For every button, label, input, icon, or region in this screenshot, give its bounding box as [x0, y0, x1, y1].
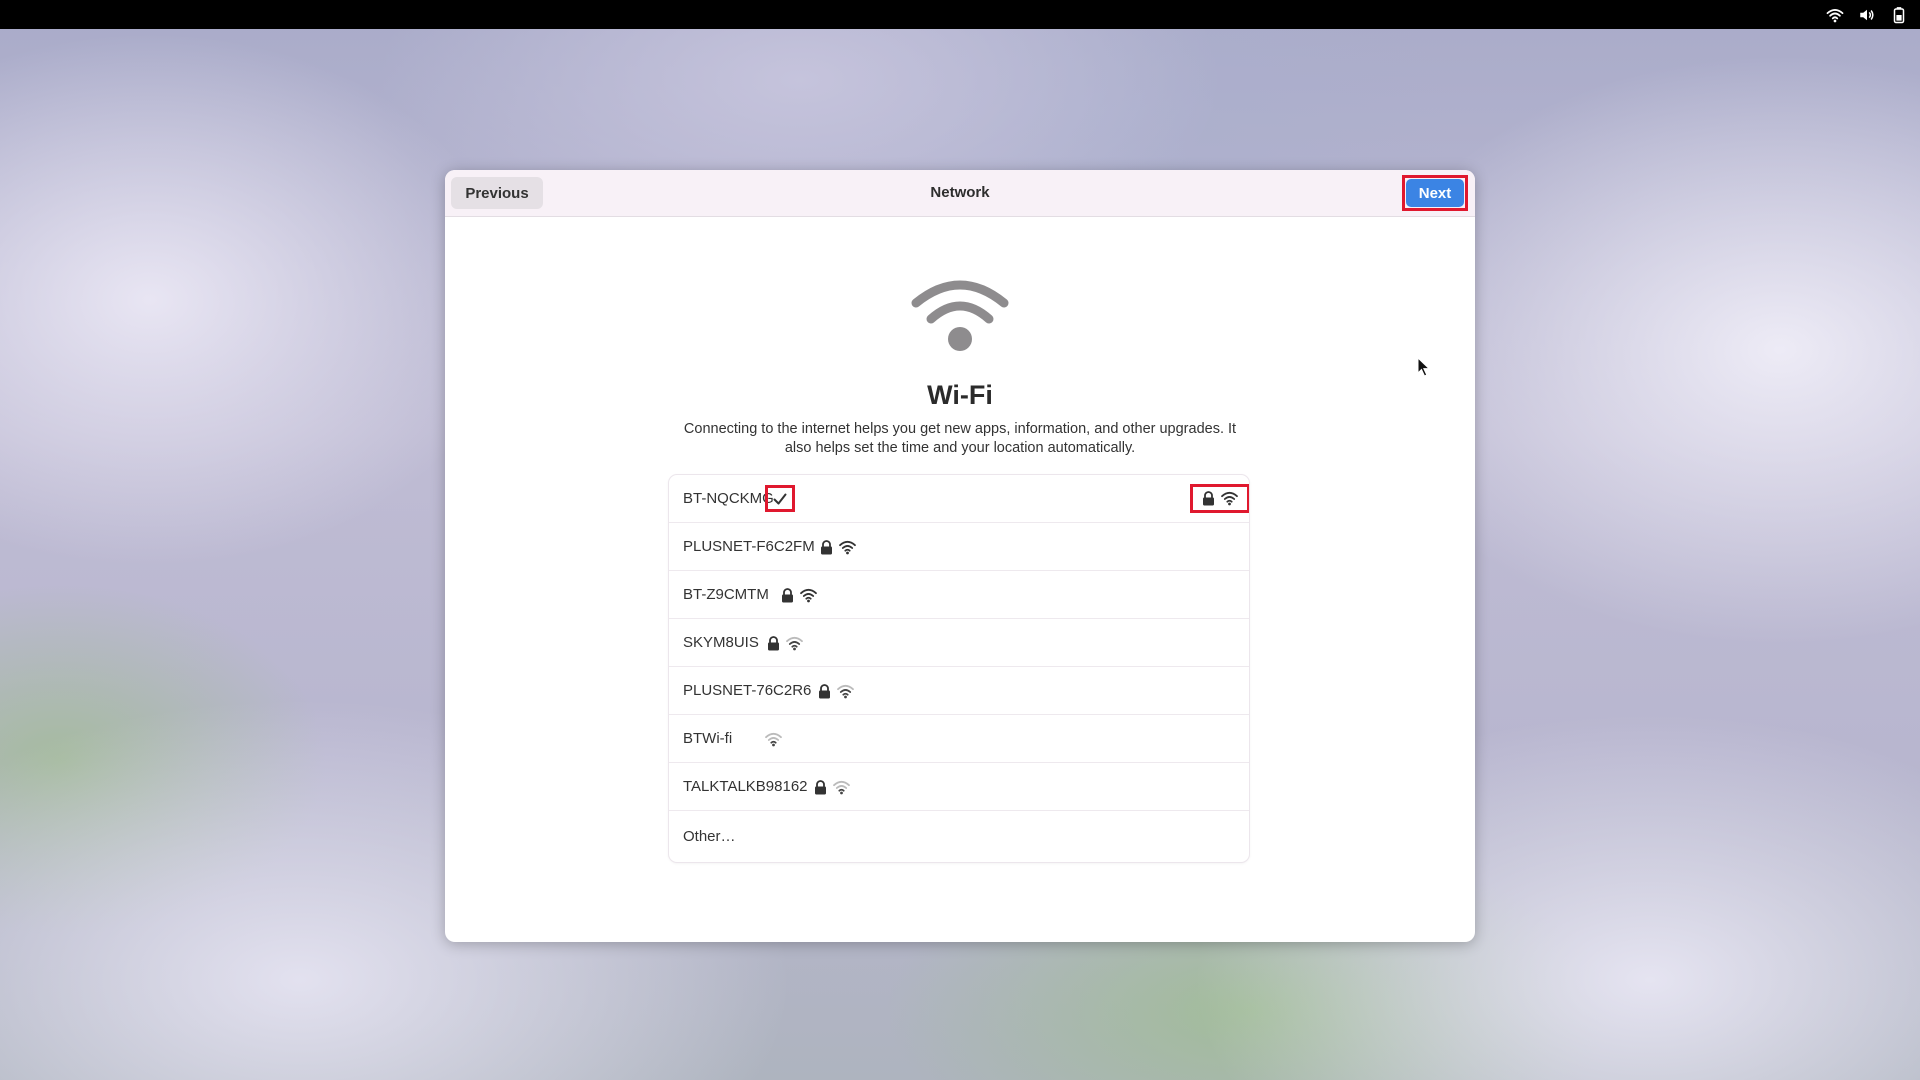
previous-button[interactable]: Previous: [451, 177, 543, 209]
wifi-signal-icon: [1221, 491, 1238, 506]
other-network-label: Other…: [683, 828, 736, 845]
wifi-signal-weak-icon: [833, 780, 850, 794]
network-setup-dialog: Previous Network Next Wi-Fi Connecting t…: [445, 170, 1475, 942]
connected-check-highlight: [765, 485, 795, 512]
page-title: Wi-Fi: [927, 380, 993, 410]
next-button[interactable]: Next: [1406, 179, 1464, 207]
wifi-icon: [1826, 8, 1844, 22]
lock-icon: [1203, 491, 1214, 506]
network-status-icons: [767, 634, 803, 652]
network-status-icons: [814, 778, 850, 796]
other-network-row[interactable]: Other…: [669, 811, 1249, 862]
network-name: SKYM8UIS: [683, 634, 759, 651]
lock-icon: [815, 779, 826, 794]
network-row[interactable]: BT-Z9CMTM: [669, 571, 1249, 619]
wifi-signal-icon: [839, 540, 856, 554]
battery-icon: [1893, 6, 1905, 23]
header-bar: Previous Network Next: [445, 170, 1475, 217]
network-name: BT-NQCKMG: [683, 490, 774, 507]
network-name: TALKTALKB98162: [683, 778, 808, 795]
network-name: BTWi-fi: [683, 730, 733, 747]
lock-icon: [821, 539, 832, 554]
system-tray[interactable]: [1826, 0, 1908, 29]
network-status-icons: [820, 538, 856, 556]
wifi-signal-weak-icon: [765, 732, 782, 746]
dialog-title: Network: [930, 184, 990, 201]
checkmark-icon: [773, 493, 787, 504]
network-list: BT-NQCKMG PLUSNET-F6C2FM BT-Z9CMTM SKYM8…: [669, 475, 1249, 862]
volume-icon: [1860, 9, 1874, 20]
network-status-highlight: [1190, 484, 1249, 513]
network-name: PLUSNET-F6C2FM: [683, 538, 815, 555]
network-row[interactable]: BTWi-fi: [669, 715, 1249, 763]
network-name: BT-Z9CMTM: [683, 586, 769, 603]
network-name: PLUSNET-76C2R6: [683, 682, 812, 699]
network-row[interactable]: PLUSNET-F6C2FM: [669, 523, 1249, 571]
lock-icon: [782, 587, 793, 602]
page-description: Connecting to the internet helps you get…: [683, 421, 1237, 456]
network-row[interactable]: TALKTALKB98162: [669, 763, 1249, 811]
top-bar: [0, 0, 1920, 29]
lock-icon: [768, 635, 779, 650]
mouse-pointer-icon: [1417, 357, 1431, 377]
network-status-icons: [781, 586, 817, 604]
network-row[interactable]: SKYM8UIS: [669, 619, 1249, 667]
network-status-icons: [765, 730, 782, 748]
wifi-signal-weak-icon: [837, 684, 854, 698]
lock-icon: [819, 683, 830, 698]
network-status-icons: [818, 682, 854, 700]
wifi-signal-weak-icon: [786, 636, 803, 650]
network-row[interactable]: PLUSNET-76C2R6: [669, 667, 1249, 715]
wifi-icon: [911, 280, 1009, 351]
wifi-signal-icon: [800, 588, 817, 602]
network-row[interactable]: BT-NQCKMG: [669, 475, 1249, 523]
